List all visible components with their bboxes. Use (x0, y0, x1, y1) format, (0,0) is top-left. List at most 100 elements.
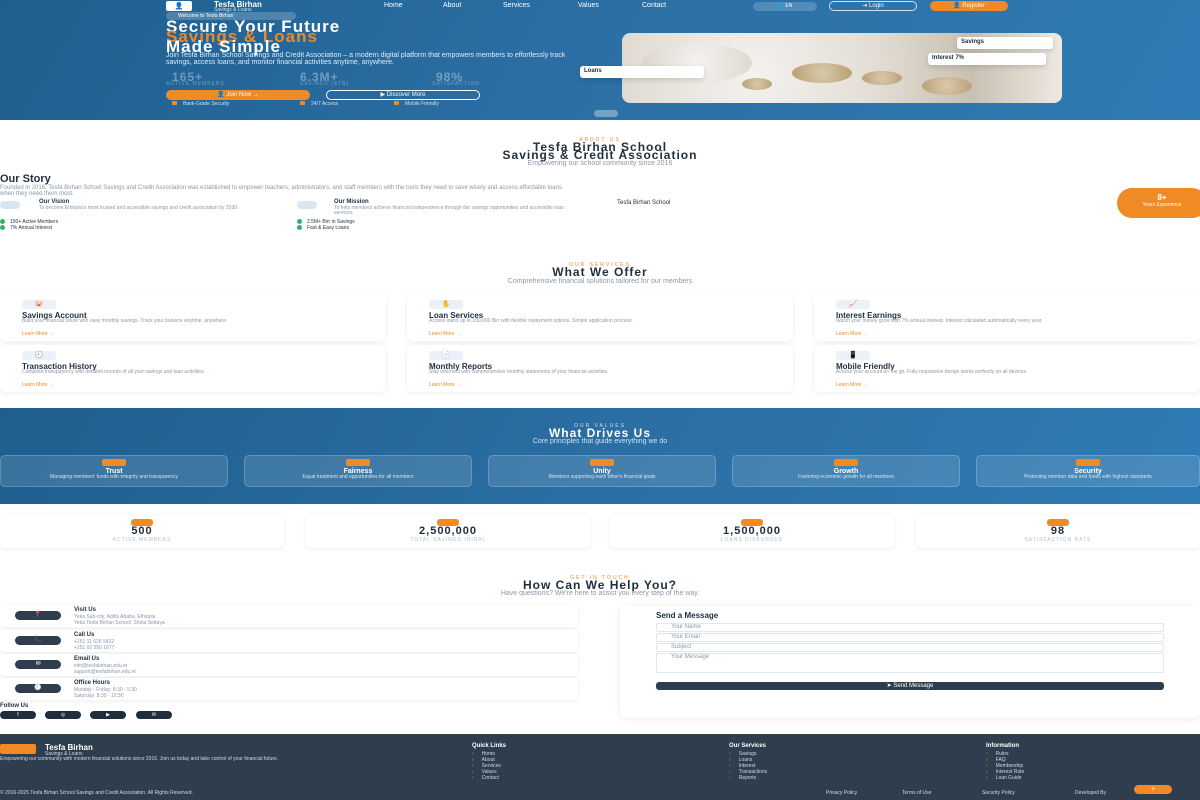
email-field[interactable]: Your Email (656, 633, 1164, 642)
contact-card-visit: 📍 Visit Us Yeka Sub-city, Addis Ababa, E… (0, 605, 578, 627)
login-button[interactable]: ⇥ Login (829, 1, 917, 11)
shield-icon (1076, 459, 1100, 466)
security-policy-link[interactable]: Security Policy (982, 790, 1015, 796)
learn-more-link[interactable]: Learn More → (836, 331, 868, 337)
hero-stat-members-label: ACTIVE MEMBERS (166, 81, 225, 87)
learn-more-link[interactable]: Learn More → (429, 331, 461, 337)
piggy-bank-icon: 🐷 (22, 300, 56, 309)
contact-card-hours: 🕘 Office Hours Monday - Friday: 8:30 - 5… (0, 678, 578, 700)
value-card-fairness: Fairness Equal treatment and opportuniti… (244, 455, 472, 487)
phone-icon: 📞 (15, 636, 61, 645)
contact-card-title: Email Us (74, 656, 100, 662)
name-field[interactable]: Your Name (656, 623, 1164, 632)
floating-action-button[interactable]: + (1134, 785, 1172, 794)
stat-label: LOANS DISBURSED (720, 537, 784, 543)
service-card-history[interactable]: 🕘 Transaction History Complete transpare… (0, 345, 386, 392)
learn-more-link[interactable]: Learn More → (22, 382, 54, 388)
experience-label: Years Experience (1142, 202, 1182, 208)
logo-icon[interactable]: 👤 (166, 1, 192, 11)
service-card-interest[interactable]: 📈 Interest Earnings Watch your money gro… (814, 294, 1200, 341)
value-desc: Protecting member data and funds with hi… (1024, 474, 1152, 480)
youtube-icon[interactable]: ▶ (90, 711, 126, 719)
service-card-savings[interactable]: 🐷 Savings Account Build your financial f… (0, 294, 386, 341)
stat-number: 1,500,000 (723, 525, 781, 537)
values-subtitle: Core principles that guide everything we… (532, 438, 668, 445)
badge-mobile: Mobile Friendly (394, 101, 439, 107)
join-now-button[interactable]: 👤 Join Now → (166, 90, 310, 100)
loans-card-title: Loans (584, 68, 602, 74)
service-card-mobile[interactable]: 📱 Mobile Friendly Access your account on… (814, 345, 1200, 392)
subject-field[interactable]: Subject (656, 643, 1164, 652)
map-pin-icon: 📍 (15, 611, 61, 620)
check-interest: 7% Annual Interest (0, 225, 52, 231)
copyright: © 2016-2025 Tesfa Birhan School Savings … (0, 790, 193, 796)
service-desc: Access your account on the go. Fully res… (836, 369, 1028, 375)
instagram-icon[interactable]: ◎ (45, 711, 81, 719)
stat-card-loans: 1,500,000 LOANS DISBURSED (610, 515, 894, 548)
values-section: OUR VALUES What Drives Us Core principle… (0, 408, 1200, 504)
services-title: What We Offer (552, 265, 648, 279)
stat-number: 2,500,000 (419, 525, 477, 537)
check-loans: Fast & Easy Loans (297, 225, 349, 231)
nav-home[interactable]: Home (384, 2, 403, 9)
learn-more-link[interactable]: Learn More → (836, 382, 868, 388)
scroll-down-indicator[interactable] (594, 110, 618, 117)
handshake-icon (102, 459, 126, 466)
footer-link[interactable]: Contact (472, 775, 499, 781)
message-field[interactable]: Your Message (656, 653, 1164, 673)
interest-card-title: Interest 7% (932, 55, 965, 61)
stat-card-savings: 2,500,000 TOTAL SAVINGS (BIRR) (306, 515, 590, 548)
nav-services[interactable]: Services (503, 2, 530, 9)
stat-number: 98 (1050, 525, 1066, 537)
chart-line-icon: 📈 (836, 300, 870, 309)
nav-contact[interactable]: Contact (642, 2, 666, 9)
discover-more-button[interactable]: ▶ Discover More (326, 90, 480, 100)
footer-link[interactable]: Loan Guide (986, 775, 1022, 781)
value-desc: Equal treatment and opportunities for al… (302, 474, 414, 480)
contact-line[interactable]: +251 92 550 1677 (74, 645, 114, 651)
stat-label: SATISFACTION RATE (1024, 537, 1092, 543)
service-card-loans[interactable]: ✋ Loan Services Access loans up to 100,0… (407, 294, 793, 341)
follow-us-label: Follow Us (0, 703, 29, 709)
privacy-policy-link[interactable]: Privacy Policy (826, 790, 857, 796)
learn-more-link[interactable]: Learn More → (22, 331, 54, 337)
footer-col-quick-links: Quick Links (472, 743, 507, 749)
footer-logo-icon[interactable] (0, 744, 36, 754)
learn-more-link[interactable]: Learn More → (429, 382, 461, 388)
badge-access: 24/7 Access (300, 101, 338, 107)
clock-icon: 🕘 (15, 684, 61, 693)
contact-card-title: Office Hours (74, 680, 111, 686)
about-image-caption: Tesfa Birhan School (617, 200, 671, 206)
experience-number: 8+ (1157, 193, 1167, 202)
stat-card-satisfaction: 98 SATISFACTION RATE (916, 515, 1200, 548)
contact-card-title: Visit Us (74, 607, 96, 613)
contact-form: Send a Message Your Name Your Email Subj… (620, 606, 1200, 718)
story-heading: Our Story (0, 173, 51, 185)
register-button[interactable]: 👤 Register (930, 1, 1008, 11)
growth-chart-icon (834, 459, 858, 466)
contact-card-title: Call Us (74, 632, 95, 638)
stat-card-members: 500 ACTIVE MEMBERS (0, 515, 284, 548)
value-card-security: Security Protecting member data and fund… (976, 455, 1200, 487)
telegram-icon[interactable]: ✉ (136, 711, 172, 719)
service-desc: Access loans up to 100,000 Birr with fle… (429, 318, 633, 324)
badge-security: Bank-Grade Security (172, 101, 229, 107)
value-card-trust: Trust Managing members' funds with integ… (0, 455, 228, 487)
envelope-icon: ✉ (15, 660, 61, 669)
terms-of-use-link[interactable]: Terms of Use (902, 790, 931, 796)
services-subtitle: Comprehensive financial solutions tailor… (507, 278, 693, 285)
send-message-button[interactable]: ➤ Send Message (656, 682, 1164, 690)
facebook-icon[interactable]: f (0, 711, 36, 719)
service-card-reports[interactable]: 📄 Monthly Reports Stay informed with com… (407, 345, 793, 392)
footer-link[interactable]: Reports (729, 775, 757, 781)
interest-float-card: Interest 7% (928, 53, 1046, 65)
contact-card-email: ✉ Email Us info@tesfabirhan.edu.et suppo… (0, 654, 578, 676)
contact-line[interactable]: support@tesfabirhan.edu.et (74, 669, 136, 675)
nav-values[interactable]: Values (578, 2, 599, 9)
hand-money-icon: ✋ (429, 300, 463, 309)
nav-about[interactable]: About (443, 2, 461, 9)
value-desc: Managing members' funds with integrity a… (50, 474, 178, 480)
savings-card-title: Savings (961, 39, 985, 45)
language-switch[interactable]: 🌐 EN (753, 2, 817, 11)
hero-stat-savings-label: SAVINGS (ETB) (300, 81, 350, 87)
